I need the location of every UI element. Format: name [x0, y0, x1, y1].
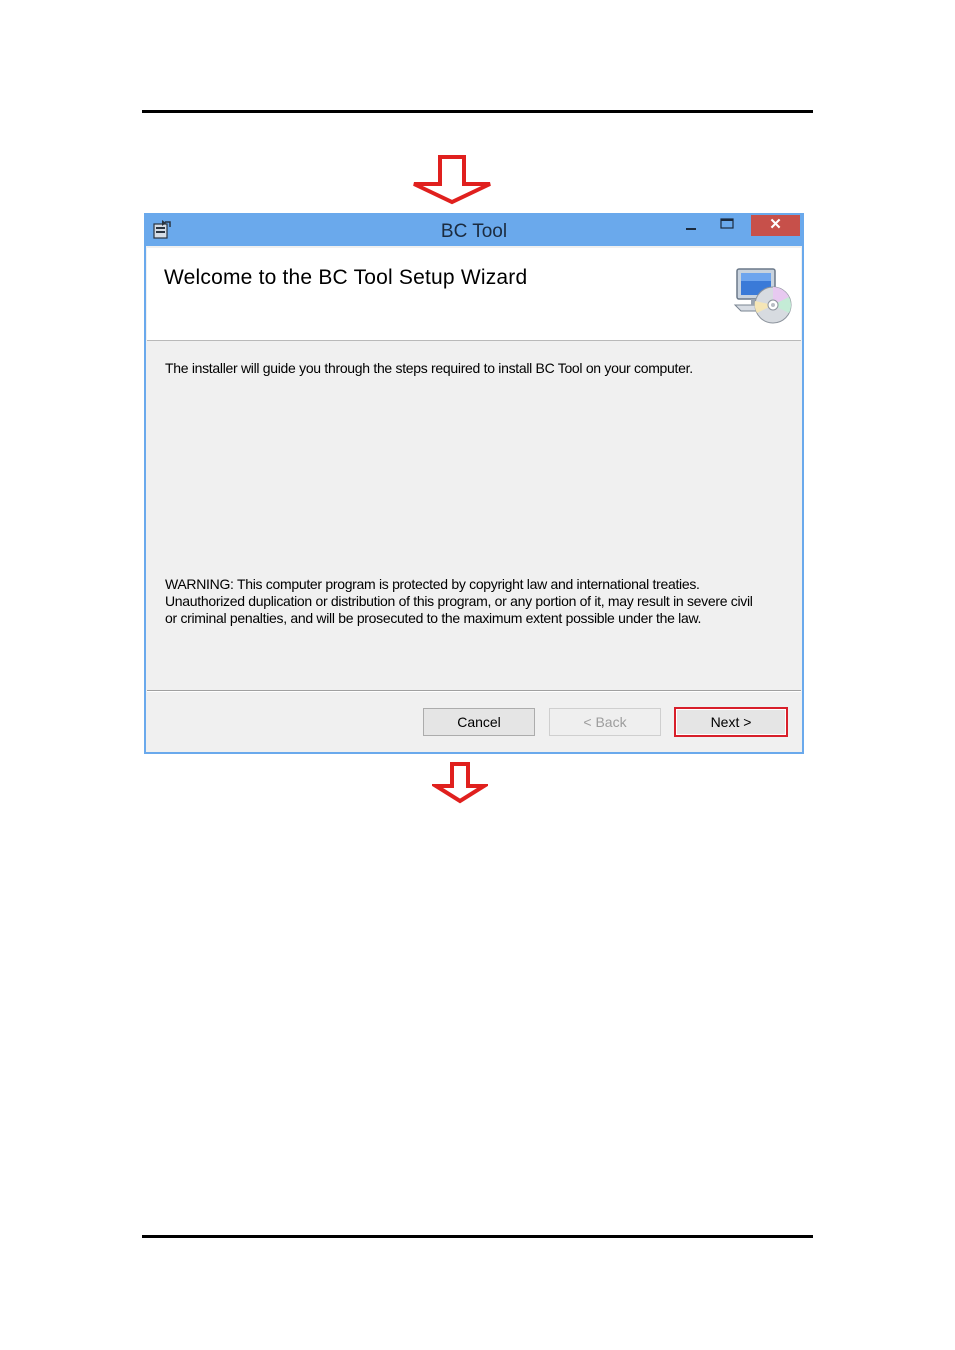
- maximize-icon[interactable]: [714, 217, 740, 239]
- minimize-icon[interactable]: [678, 217, 704, 239]
- close-icon: ✕: [769, 216, 782, 233]
- top-rule: [142, 110, 813, 113]
- title-bar[interactable]: BC Tool ✕: [146, 215, 802, 246]
- back-button[interactable]: < Back: [549, 708, 661, 736]
- close-button[interactable]: ✕: [751, 215, 800, 236]
- warning-line: WARNING: This computer program is protec…: [165, 576, 700, 592]
- computer-cd-icon: [733, 268, 792, 324]
- red-down-arrow-icon: [432, 762, 488, 804]
- footer-separator: [147, 690, 801, 692]
- warning-line: Unauthorized duplication or distribution…: [165, 593, 753, 609]
- cancel-button[interactable]: Cancel: [423, 708, 535, 736]
- warning-line: or criminal penalties, and will be prose…: [165, 610, 702, 626]
- wizard-header: Welcome to the BC Tool Setup Wizard: [147, 248, 801, 341]
- next-button[interactable]: Next >: [674, 707, 788, 737]
- red-down-arrow-icon: [413, 155, 491, 205]
- page-title: Welcome to the BC Tool Setup Wizard: [164, 266, 528, 289]
- bottom-rule: [142, 1235, 813, 1238]
- intro-text: The installer will guide you through the…: [165, 360, 693, 376]
- setup-wizard-window: BC Tool ✕ Welcome to the BC Tool Setup W…: [144, 213, 804, 754]
- copyright-warning: WARNING: This computer program is protec…: [165, 576, 785, 627]
